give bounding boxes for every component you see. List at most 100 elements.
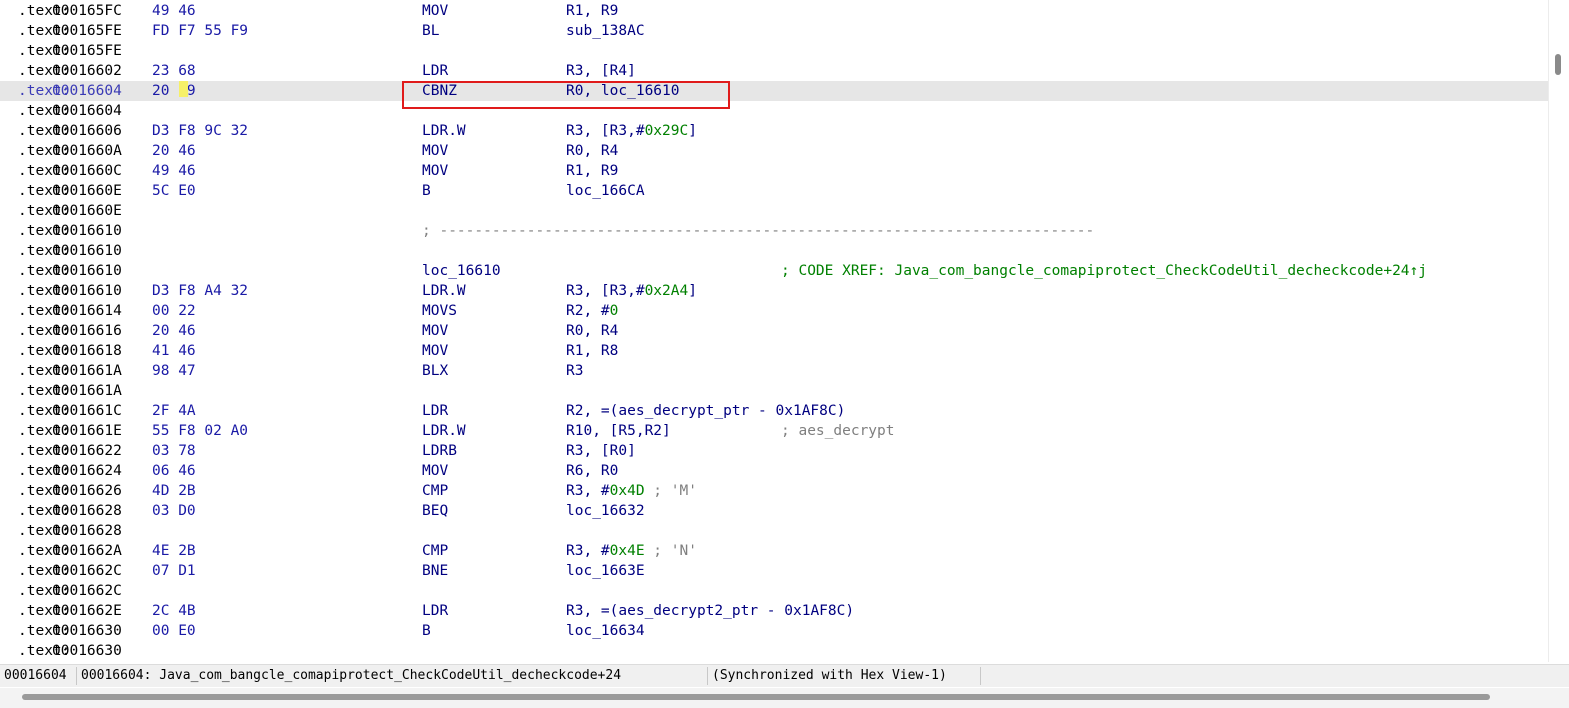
listing-line[interactable]: .text: 0001662E 2C 4B LDR R3, =(aes_decrypt2… [0, 601, 1548, 621]
listing-line[interactable]: .text: 000165FC 49 46 MOV R1, R9 [0, 1, 1548, 21]
listing-line[interactable]: .text: 00016626 4D 2B CMP R3, #0x4D ; 'M' [0, 481, 1548, 501]
address[interactable]: 00016616 [52, 321, 122, 341]
operands[interactable]: loc_16632 [566, 501, 645, 521]
operands[interactable]: R2, =(aes_decrypt_ptr - 0x1AF8C) [566, 401, 845, 421]
mnemonic[interactable]: CMP [422, 481, 448, 501]
listing-line[interactable]: .text: 00016610; ------------------------… [0, 221, 1548, 241]
opcode-bytes[interactable]: 49 46 [152, 1, 196, 21]
listing-line[interactable]: .text: 00016606 D3 F8 9C 32 LDR.W R3, [R3,#0… [0, 121, 1548, 141]
address[interactable]: 000165FC [52, 1, 122, 21]
mnemonic[interactable]: B [422, 181, 431, 201]
operands[interactable]: R3, =(aes_decrypt2_ptr - 0x1AF8C) [566, 601, 854, 621]
mnemonic[interactable]: MOV [422, 161, 448, 181]
listing-line[interactable]: .text: 0001661E 55 F8 02 A0 LDR.W; aes_decr… [0, 421, 1548, 441]
opcode-bytes[interactable]: 5C E0 [152, 181, 196, 201]
mnemonic[interactable]: LDR [422, 601, 448, 621]
opcode-bytes[interactable]: 4E 2B [152, 541, 196, 561]
mnemonic[interactable]: LDR [422, 61, 448, 81]
operands[interactable]: R1, R9 [566, 1, 618, 21]
mnemonic[interactable]: LDRB [422, 441, 457, 461]
operands[interactable]: R3, #0x4E ; 'N' [566, 541, 697, 561]
listing-line[interactable]: .text: 0001660A 20 46 MOV R0, R4 [0, 141, 1548, 161]
mnemonic[interactable]: MOV [422, 321, 448, 341]
operands[interactable]: R3 [566, 361, 583, 381]
listing-line-current[interactable]: .text: 00016604 20 B9 CBNZ R0, loc_16610 [0, 81, 1548, 101]
address[interactable]: 00016622 [52, 441, 122, 461]
listing-line[interactable]: .text: 00016610 D3 F8 A4 32 LDR.W R3, [R3,#0… [0, 281, 1548, 301]
operands[interactable]: loc_1663E [566, 561, 645, 581]
mnemonic[interactable]: MOVS [422, 301, 457, 321]
opcode-bytes[interactable]: 2F 4A [152, 401, 196, 421]
address[interactable]: 0001661E [52, 421, 122, 441]
address[interactable]: 00016630 [52, 641, 122, 661]
address[interactable]: 00016610 [52, 221, 122, 241]
opcode-bytes[interactable]: 03 78 [152, 441, 196, 461]
address[interactable]: 0001660C [52, 161, 122, 181]
address[interactable]: 000165FE [52, 21, 122, 41]
mnemonic[interactable]: LDR [422, 401, 448, 421]
listing-line[interactable]: .text: 000165FE [0, 41, 1548, 61]
opcode-bytes[interactable]: 4D 2B [152, 481, 196, 501]
opcode-bytes[interactable]: 2C 4B [152, 601, 196, 621]
label[interactable]: loc_16610 [422, 261, 501, 281]
listing-line[interactable]: .text: 0001661C 2F 4A LDR R2, =(aes_decrypt_… [0, 401, 1548, 421]
operands[interactable]: R0, R4 [566, 321, 618, 341]
listing-line[interactable]: .text: 00016610 loc_16610; CODE XREF: Java… [0, 261, 1548, 281]
operands[interactable]: R3, [R0] [566, 441, 636, 461]
mnemonic[interactable]: BEQ [422, 501, 448, 521]
mnemonic[interactable]: B [422, 621, 431, 641]
address[interactable]: 00016604 [52, 81, 122, 101]
mnemonic[interactable]: MOV [422, 341, 448, 361]
address[interactable]: 00016610 [52, 261, 122, 281]
opcode-bytes[interactable]: 98 47 [152, 361, 196, 381]
operands[interactable]: R3, #0x4D ; 'M' [566, 481, 697, 501]
listing-line[interactable]: .text: 00016610 [0, 241, 1548, 261]
address[interactable]: 00016628 [52, 501, 122, 521]
opcode-bytes[interactable]: 00 22 [152, 301, 196, 321]
mnemonic[interactable]: BNE [422, 561, 448, 581]
listing-line[interactable]: .text: 0001660C 49 46 MOV R1, R9 [0, 161, 1548, 181]
disassembly-listing[interactable]: .text: 000165FC 49 46 MOV R1, R9 .text: 000165… [0, 0, 1548, 662]
mnemonic[interactable]: LDR.W [422, 281, 466, 301]
horizontal-scrollbar[interactable] [0, 688, 1569, 708]
mnemonic[interactable]: CMP [422, 541, 448, 561]
address[interactable]: 00016626 [52, 481, 122, 501]
address[interactable]: 00016610 [52, 281, 122, 301]
listing-line[interactable]: .text: 00016624 06 46 MOV R6, R0 [0, 461, 1548, 481]
address[interactable]: 00016604 [52, 101, 122, 121]
address[interactable]: 0001660E [52, 201, 122, 221]
address[interactable]: 0001662A [52, 541, 122, 561]
address[interactable]: 0001662E [52, 601, 122, 621]
mnemonic[interactable]: MOV [422, 1, 448, 21]
operands[interactable]: R2, #0 [566, 301, 618, 321]
vertical-scrollbar[interactable] [1548, 0, 1569, 662]
mnemonic[interactable]: LDR.W [422, 421, 466, 441]
operands[interactable]: R0, R4 [566, 141, 618, 161]
listing-line[interactable]: .text: 0001662C [0, 581, 1548, 601]
operands[interactable]: R3, [R3,#0x29C] [566, 121, 697, 141]
address[interactable]: 00016614 [52, 301, 122, 321]
listing-line[interactable]: .text: 0001661A 98 47 BLX R3 [0, 361, 1548, 381]
operands[interactable]: sub_138AC [566, 21, 645, 41]
listing-line[interactable]: .text: 00016630 [0, 641, 1548, 661]
opcode-bytes[interactable]: 20 46 [152, 141, 196, 161]
address[interactable]: 0001660E [52, 181, 122, 201]
listing-line[interactable]: .text: 0001662A 4E 2B CMP R3, #0x4E ; 'N' [0, 541, 1548, 561]
opcode-bytes[interactable]: 07 D1 [152, 561, 196, 581]
address[interactable]: 00016624 [52, 461, 122, 481]
opcode-bytes[interactable]: 00 E0 [152, 621, 196, 641]
address[interactable]: 00016610 [52, 241, 122, 261]
operands[interactable]: R3, [R3,#0x2A4] [566, 281, 697, 301]
mnemonic[interactable]: LDR.W [422, 121, 466, 141]
address[interactable]: 0001661A [52, 361, 122, 381]
address[interactable]: 00016602 [52, 61, 122, 81]
address[interactable]: 000165FE [52, 41, 122, 61]
listing-line[interactable]: .text: 000165FE FD F7 55 F9 BL sub_138AC [0, 21, 1548, 41]
opcode-bytes[interactable]: 03 D0 [152, 501, 196, 521]
operands[interactable]: R10, [R5,R2] [566, 421, 671, 441]
operands[interactable]: R1, R8 [566, 341, 618, 361]
listing-line[interactable]: .text: 00016628 03 D0 BEQ loc_16632 [0, 501, 1548, 521]
mnemonic[interactable]: BLX [422, 361, 448, 381]
opcode-bytes[interactable]: 55 F8 02 A0 [152, 421, 248, 441]
listing-line[interactable]: .text: 00016630 00 E0 Bloc_16634 [0, 621, 1548, 641]
